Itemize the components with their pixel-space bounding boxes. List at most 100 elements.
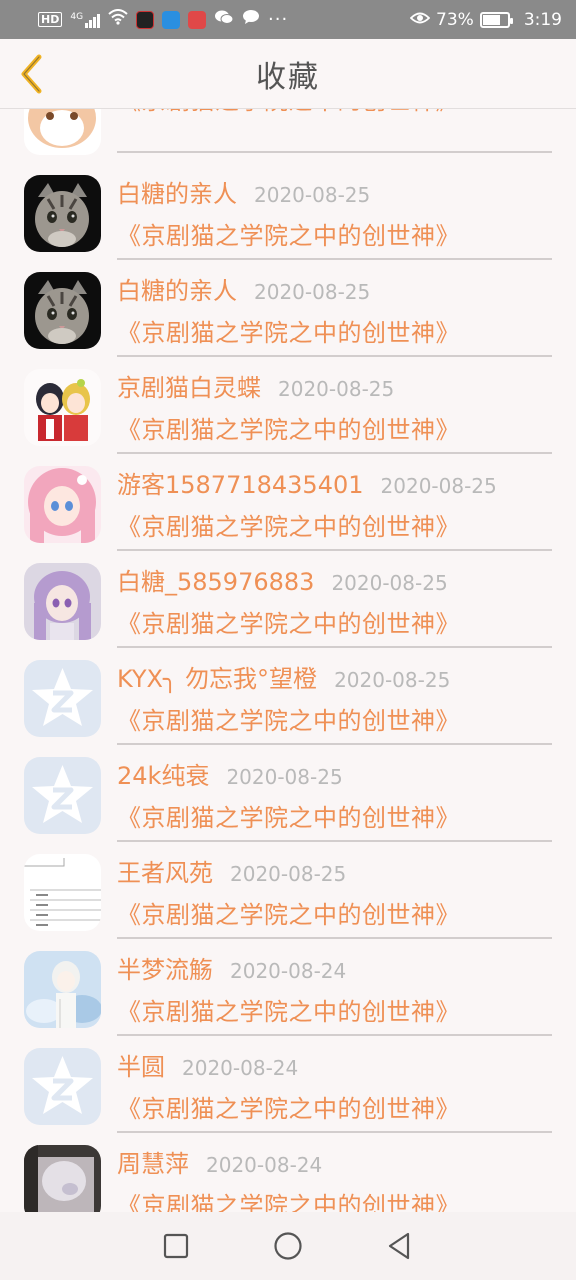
square-icon — [163, 1233, 189, 1259]
back-button[interactable] — [14, 53, 50, 95]
user-name: 白糖_585976883 — [117, 568, 315, 596]
item-text: 白糖的亲人 2020-08-25 《京剧猫之学院之中的创世神》 — [117, 271, 552, 357]
item-text: 游客1587718435401 2020-08-25 《京剧猫之学院之中的创世神》 — [117, 465, 552, 551]
message-icon — [242, 9, 260, 30]
wifi-icon — [108, 9, 128, 30]
item-text: 白糖_585976883 2020-08-25 《京剧猫之学院之中的创世神》 — [117, 562, 552, 648]
favorite-date: 2020-08-25 — [380, 474, 497, 498]
user-name: KYX╮ 勿忘我°望橙 — [117, 665, 318, 693]
status-bar: HD 4G ··· 73% 3:19 — [0, 0, 576, 39]
book-title[interactable]: 《京剧猫之学院之中的创世神》 — [117, 604, 552, 639]
user-name: 24k纯衰 — [117, 762, 210, 790]
favorite-date: 2020-08-24 — [206, 1153, 323, 1177]
item-meta-line: 24k纯衰 2020-08-25 — [117, 756, 552, 796]
system-back-button[interactable] — [380, 1226, 420, 1266]
item-meta-line: 白糖_585976883 2020-08-25 — [117, 562, 552, 602]
avatar[interactable] — [24, 466, 101, 543]
list-item[interactable]: 24k纯衰 2020-08-25 《京剧猫之学院之中的创世神》 — [0, 746, 576, 843]
app-header: 收藏 — [0, 39, 576, 109]
user-name: 白糖的亲人 — [117, 277, 237, 305]
user-name: 王者风苑 — [117, 859, 213, 887]
user-name: 半梦流觞 — [117, 956, 213, 984]
item-text: 半梦流觞 2020-08-24 《京剧猫之学院之中的创世神》 — [117, 950, 552, 1036]
item-meta-line: 半圆 2020-08-24 — [117, 1047, 552, 1087]
list-item[interactable]: 半圆 2020-08-24 《京剧猫之学院之中的创世神》 — [0, 1037, 576, 1134]
avatar[interactable] — [24, 175, 101, 252]
item-meta-line: KYX╮ 勿忘我°望橙 2020-08-25 — [117, 659, 552, 699]
list-item[interactable]: 半梦流觞 2020-08-24 《京剧猫之学院之中的创世神》 — [0, 940, 576, 1037]
triangle-back-icon — [388, 1232, 410, 1260]
book-title[interactable]: 《京剧猫之学院之中的创世神》 — [117, 109, 552, 116]
avatar[interactable] — [24, 109, 101, 155]
browser-notification-icon — [162, 10, 181, 29]
book-title[interactable]: 《京剧猫之学院之中的创世神》 — [117, 701, 552, 736]
avatar[interactable] — [24, 1145, 101, 1212]
avatar[interactable] — [24, 272, 101, 349]
list-item[interactable]: 白糖_585976883 2020-08-25 《京剧猫之学院之中的创世神》 — [0, 552, 576, 649]
list-item[interactable]: 王者风苑 2020-08-25 《京剧猫之学院之中的创世神》 — [0, 843, 576, 940]
battery-percent: 73% — [436, 9, 474, 30]
list-item[interactable]: 游客1587718435401 2020-08-25 《京剧猫之学院之中的创世神》 — [0, 455, 576, 552]
wechat-icon — [214, 9, 234, 30]
eye-comfort-icon — [409, 10, 431, 30]
favorite-date: 2020-08-24 — [182, 1056, 299, 1080]
avatar[interactable] — [24, 1048, 101, 1125]
user-name: 半圆 — [117, 1053, 165, 1081]
avatar[interactable] — [24, 951, 101, 1028]
list-item[interactable]: 白糖的亲人 2020-08-25 《京剧猫之学院之中的创世神》 — [0, 261, 576, 358]
item-text: 24k纯衰 2020-08-25 《京剧猫之学院之中的创世神》 — [117, 756, 552, 842]
book-title[interactable]: 《京剧猫之学院之中的创世神》 — [117, 992, 552, 1027]
user-name: 京剧猫白灵蝶 — [117, 374, 261, 402]
circle-icon — [274, 1232, 302, 1260]
book-title[interactable]: 《京剧猫之学院之中的创世神》 — [117, 895, 552, 930]
book-title[interactable]: 《京剧猫之学院之中的创世神》 — [117, 507, 552, 542]
item-text: 王者风苑 2020-08-25 《京剧猫之学院之中的创世神》 — [117, 853, 552, 939]
item-text: 半圆 2020-08-24 《京剧猫之学院之中的创世神》 — [117, 1047, 552, 1133]
item-text: 周慧萍 2020-08-24 《京剧猫之学院之中的创世神》 — [117, 1144, 552, 1212]
user-name: 周慧萍 — [117, 1150, 189, 1178]
list-item[interactable]: KYX╮ 勿忘我°望橙 2020-08-25 《京剧猫之学院之中的创世神》 — [0, 649, 576, 746]
book-title[interactable]: 《京剧猫之学院之中的创世神》 — [117, 1089, 552, 1124]
book-title[interactable]: 《京剧猫之学院之中的创世神》 — [117, 216, 552, 251]
item-meta-line: 王者风苑 2020-08-25 — [117, 853, 552, 893]
list-item[interactable]: 京剧猫白灵蝶 2020-08-25 《京剧猫之学院之中的创世神》 — [0, 358, 576, 455]
favorite-date: 2020-08-25 — [331, 571, 448, 595]
battery-icon — [479, 11, 513, 28]
page-title: 收藏 — [256, 59, 320, 95]
item-meta-line: 周慧萍 2020-08-24 — [117, 1144, 552, 1184]
item-meta-line: 白糖的亲人 2020-08-25 — [117, 271, 552, 311]
book-title[interactable]: 《京剧猫之学院之中的创世神》 — [117, 410, 552, 445]
favorite-date: 2020-08-25 — [254, 280, 371, 304]
system-nav-bar — [0, 1212, 576, 1280]
favorite-date: 2020-08-25 — [226, 765, 343, 789]
favorite-date: 2020-08-25 — [278, 377, 395, 401]
user-name: 白糖的亲人 — [117, 180, 237, 208]
item-meta-line: 白糖的亲人 2020-08-25 — [117, 174, 552, 214]
signal-icon: 4G — [70, 12, 101, 28]
avatar[interactable] — [24, 369, 101, 446]
avatar[interactable] — [24, 854, 101, 931]
favorite-date: 2020-08-24 — [230, 959, 347, 983]
avatar[interactable] — [24, 660, 101, 737]
book-title[interactable]: 《京剧猫之学院之中的创世神》 — [117, 313, 552, 348]
chevron-left-icon — [21, 54, 42, 94]
item-meta-line: 游客1587718435401 2020-08-25 — [117, 465, 552, 505]
hd-indicator: HD — [38, 12, 63, 27]
avatar[interactable] — [24, 563, 101, 640]
user-name: 游客1587718435401 — [117, 471, 364, 499]
favorites-list: 《京剧猫之学院之中的创世神》白糖的亲人2020-08-25《京剧猫之学院之中的创… — [0, 109, 576, 1212]
recents-button[interactable] — [156, 1226, 196, 1266]
book-title[interactable]: 《京剧猫之学院之中的创世神》 — [117, 1186, 552, 1212]
item-text: KYX╮ 勿忘我°望橙 2020-08-25 《京剧猫之学院之中的创世神》 — [117, 659, 552, 745]
list-item[interactable]: 周慧萍 2020-08-24 《京剧猫之学院之中的创世神》 — [0, 1134, 576, 1212]
item-meta-line: 京剧猫白灵蝶 2020-08-25 — [117, 368, 552, 408]
reader-notification-icon — [188, 10, 207, 29]
list-item[interactable]: 白糖的亲人 2020-08-25 《京剧猫之学院之中的创世神》 — [0, 164, 576, 261]
app-notification-icon — [136, 10, 155, 29]
home-button[interactable] — [268, 1226, 308, 1266]
avatar[interactable] — [24, 757, 101, 834]
list-item[interactable]: 《京剧猫之学院之中的创世神》 — [0, 109, 576, 164]
more-notifications-icon: ··· — [268, 9, 289, 30]
book-title[interactable]: 《京剧猫之学院之中的创世神》 — [117, 798, 552, 833]
item-text: 《京剧猫之学院之中的创世神》 — [117, 109, 552, 153]
